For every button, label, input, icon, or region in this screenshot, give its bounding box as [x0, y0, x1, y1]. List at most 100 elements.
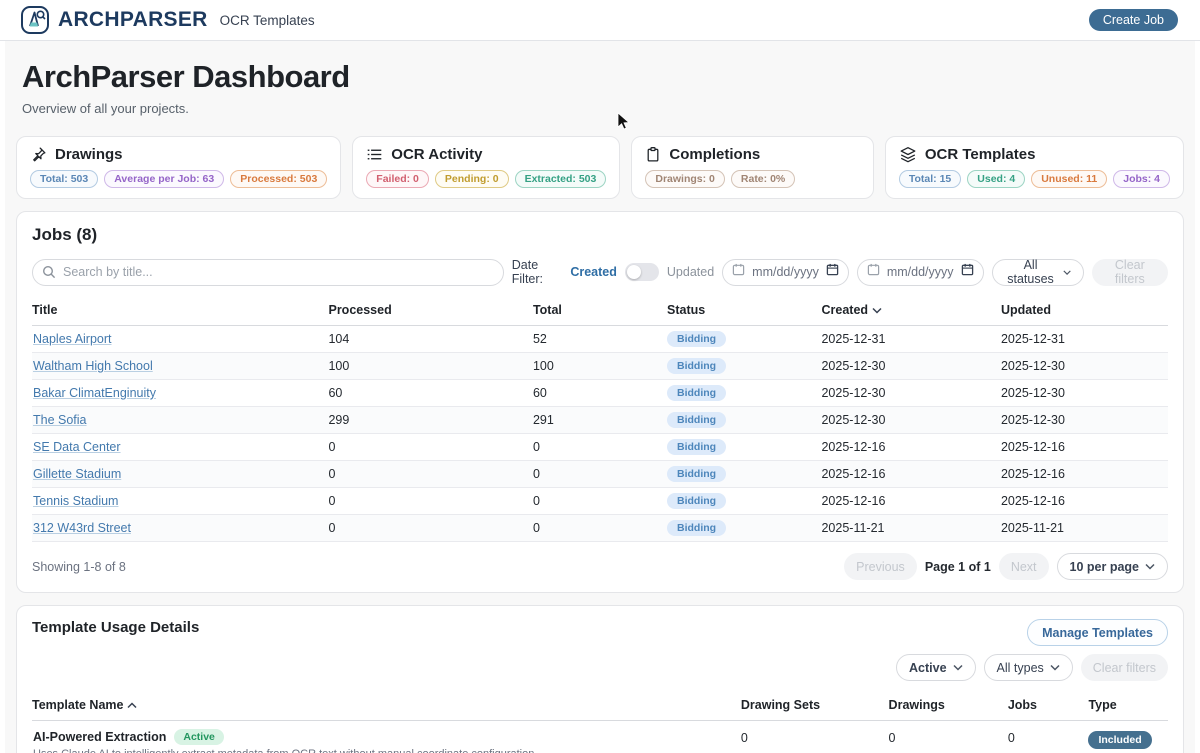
stat-card-title: Drawings: [55, 146, 123, 163]
stat-badge: Total: 503: [30, 170, 98, 188]
template-name: AI-Powered Extraction: [33, 730, 166, 744]
jobs-cell: 0: [1008, 721, 1089, 753]
stat-card-badges: Total: 15Used: 4Unused: 11Jobs: 4: [899, 170, 1170, 188]
main-content: ArchParser Dashboard Overview of all you…: [5, 41, 1195, 753]
table-row: Naples Airport 104 52 Bidding 2025-12-31…: [32, 326, 1168, 353]
date-filter-created-label[interactable]: Created: [570, 265, 617, 279]
template-badges: Active: [166, 730, 224, 744]
stat-card-title: OCR Activity: [391, 146, 482, 163]
brand-name: ARCHPARSER: [58, 8, 208, 32]
status-badge: Bidding: [667, 520, 726, 536]
total-cell: 0: [533, 515, 667, 542]
updated-cell: 2025-12-16: [1001, 434, 1168, 461]
job-title-link[interactable]: The Sofia: [33, 413, 87, 427]
total-cell: 0: [533, 461, 667, 488]
col-template-name[interactable]: Template Name: [32, 692, 741, 721]
table-row: Tennis Stadium 0 0 Bidding 2025-12-16 20…: [32, 488, 1168, 515]
col-created[interactable]: Created: [821, 297, 1000, 326]
table-row: 312 W43rd Street 0 0 Bidding 2025-11-21 …: [32, 515, 1168, 542]
templates-table-header: Template Name Drawing Sets Drawings Jobs…: [32, 692, 1168, 721]
types-filter-dropdown[interactable]: All types: [984, 654, 1073, 681]
status-badge: Bidding: [667, 331, 726, 347]
sort-asc-icon: [127, 702, 137, 709]
templates-title: Template Usage Details: [32, 619, 199, 636]
calendar-picker-icon[interactable]: [961, 263, 974, 281]
jobs-filter-row: Date Filter: Created Updated mm/dd/yyyy …: [32, 258, 1168, 286]
job-title-link[interactable]: SE Data Center: [33, 440, 121, 454]
job-title-link[interactable]: Naples Airport: [33, 332, 112, 346]
stat-badge: Pending: 0: [435, 170, 509, 188]
stat-cards-row: Drawings Total: 503Average per Job: 63Pr…: [16, 136, 1184, 199]
stat-card-badges: Failed: 0Pending: 0Extracted: 503: [366, 170, 606, 188]
table-row: AI-Powered ExtractionActive Uses Claude …: [32, 721, 1168, 753]
status-badge: Bidding: [667, 385, 726, 401]
date-from-input[interactable]: mm/dd/yyyy: [722, 259, 849, 286]
created-cell: 2025-12-30: [821, 407, 1000, 434]
chevron-down-icon: [1050, 664, 1060, 671]
stat-card: OCR Activity Failed: 0Pending: 0Extracte…: [352, 136, 620, 199]
updated-cell: 2025-11-21: [1001, 515, 1168, 542]
job-title-link[interactable]: Waltham High School: [33, 359, 153, 373]
showing-count: Showing 1-8 of 8: [32, 560, 126, 574]
stat-badge: Total: 15: [899, 170, 961, 188]
table-row: SE Data Center 0 0 Bidding 2025-12-16 20…: [32, 434, 1168, 461]
total-cell: 100: [533, 353, 667, 380]
calendar-picker-icon[interactable]: [826, 263, 839, 281]
processed-cell: 0: [328, 515, 532, 542]
processed-cell: 0: [328, 461, 532, 488]
jobs-table: Title Processed Total Status Created Upd…: [32, 297, 1168, 542]
search-wrap: [32, 259, 504, 286]
chevron-down-icon: [953, 664, 963, 671]
processed-cell: 100: [328, 353, 532, 380]
stat-badge: Extracted: 503: [515, 170, 607, 188]
status-badge: Bidding: [667, 493, 726, 509]
col-type: Type: [1088, 692, 1168, 721]
updated-cell: 2025-12-30: [1001, 380, 1168, 407]
active-filter-label: Active: [909, 661, 947, 675]
active-badge: Active: [174, 729, 224, 745]
chevron-down-icon: [1145, 563, 1155, 570]
search-icon: [42, 265, 56, 284]
drawings-cell: 0: [889, 721, 1008, 753]
active-filter-dropdown[interactable]: Active: [896, 654, 976, 681]
clear-filters-button[interactable]: Clear filters: [1092, 259, 1168, 286]
col-drawing-sets: Drawing Sets: [741, 692, 889, 721]
updated-cell: 2025-12-16: [1001, 461, 1168, 488]
processed-cell: 104: [328, 326, 532, 353]
next-page-button[interactable]: Next: [999, 553, 1049, 580]
manage-templates-button[interactable]: Manage Templates: [1027, 619, 1168, 646]
job-title-link[interactable]: Gillette Stadium: [33, 467, 121, 481]
date-filter-toggle[interactable]: [625, 263, 659, 281]
updated-cell: 2025-12-31: [1001, 326, 1168, 353]
stat-badge: Jobs: 4: [1113, 170, 1170, 188]
toggle-knob: [627, 265, 641, 279]
create-job-button[interactable]: Create Job: [1089, 9, 1178, 31]
created-cell: 2025-12-16: [821, 488, 1000, 515]
stat-card: Completions Drawings: 0Rate: 0%: [631, 136, 873, 199]
previous-page-button[interactable]: Previous: [844, 553, 917, 580]
job-title-link[interactable]: 312 W43rd Street: [33, 521, 131, 535]
calendar-icon: [867, 263, 880, 281]
created-cell: 2025-11-21: [821, 515, 1000, 542]
calendar-icon: [732, 263, 745, 281]
statuses-dropdown[interactable]: All statuses: [992, 259, 1084, 286]
job-title-link[interactable]: Bakar ClimatEnginuity: [33, 386, 156, 400]
templates-header: Template Usage Details Manage Templates: [32, 619, 1168, 646]
stat-card-title: OCR Templates: [925, 146, 1036, 163]
updated-cell: 2025-12-30: [1001, 353, 1168, 380]
per-page-dropdown[interactable]: 10 per page: [1057, 553, 1168, 580]
clear-filters-button[interactable]: Clear filters: [1081, 654, 1168, 681]
col-updated[interactable]: Updated: [1001, 297, 1168, 326]
created-cell: 2025-12-31: [821, 326, 1000, 353]
topbar: ARCHPARSER OCR Templates Create Job: [0, 0, 1200, 41]
date-filter-label: Date Filter:: [512, 258, 563, 286]
date-filter-updated-label[interactable]: Updated: [667, 265, 714, 279]
page-title: ArchParser Dashboard: [16, 59, 1184, 95]
created-cell: 2025-12-30: [821, 380, 1000, 407]
job-title-link[interactable]: Tennis Stadium: [33, 494, 118, 508]
updated-cell: 2025-12-30: [1001, 407, 1168, 434]
date-to-input[interactable]: mm/dd/yyyy: [857, 259, 984, 286]
col-drawings: Drawings: [889, 692, 1008, 721]
chevron-down-icon: [1063, 269, 1071, 276]
search-input[interactable]: [32, 259, 504, 286]
